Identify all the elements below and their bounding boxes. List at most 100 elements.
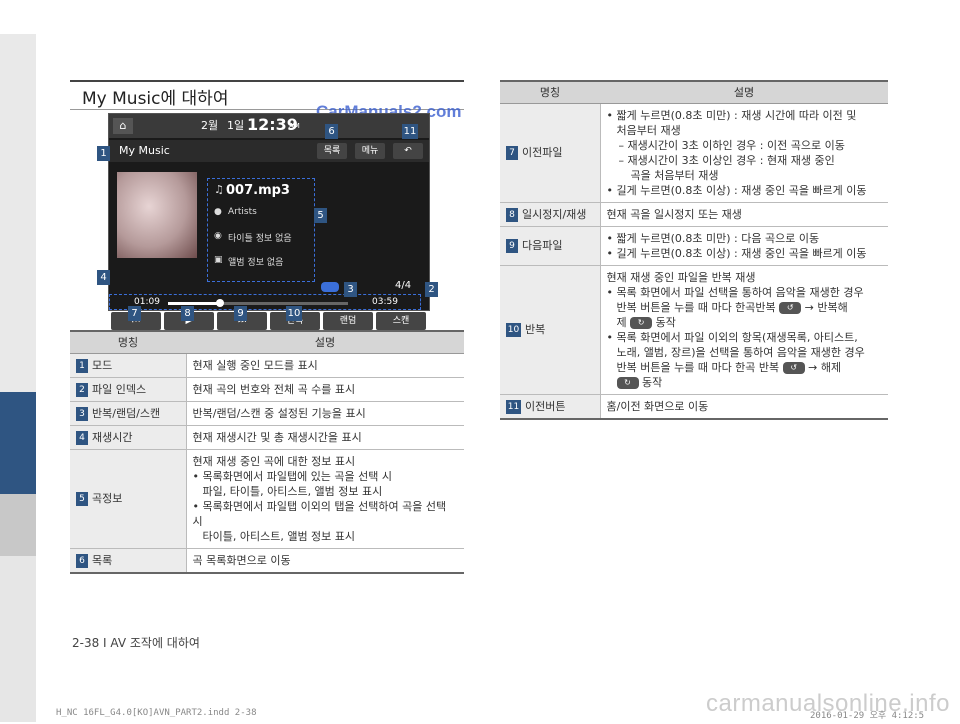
repeat-icon: ↻ — [630, 316, 653, 329]
table-row: 2 파일 인덱스 현재 곡의 번호와 전체 곡 수를 표시 — [70, 377, 464, 402]
table-row: 10 반복 현재 재생 중인 파일을 반복 재생 목록 화면에서 파일 선택을 통… — [500, 265, 888, 395]
file-index: 4/4 — [395, 280, 412, 291]
row-desc: 현재 재생시간 및 총 재생시간을 표시 — [186, 425, 464, 450]
desc-line: 타이틀, 아티스트, 앨범 정보 표시 — [202, 529, 356, 543]
print-date: 2016-01-29 오후 4:12:5 — [810, 711, 925, 721]
badge-6: 6 — [325, 124, 338, 139]
row-number: 7 — [506, 146, 518, 160]
progress-knob[interactable] — [216, 299, 225, 307]
desc-line: 길게 누르면(0.8초 이상) : 재생 중인 곡을 빠르게 이동 — [607, 183, 883, 198]
total-time: 03:59 — [372, 297, 398, 307]
row-name: 곡정보 — [92, 492, 123, 505]
desc-line: 목록 화면에서 파일 선택을 통하여 음악을 재생한 경우 — [607, 285, 883, 300]
row-number: 8 — [506, 207, 518, 222]
desc-line: 파일, 타이틀, 아티스트, 앨범 정보 표시 — [202, 484, 383, 498]
row-number: 11 — [506, 399, 521, 414]
table-row: 7 이전파일 짧게 누르면(0.8초 미만) : 재생 시간에 따라 이전 및 처… — [500, 103, 888, 203]
file-slug: H_NC 16FL_G4.0[KO]AVN_PART2.indd 2-38 — [56, 708, 257, 718]
repeat-one-icon: ↺ — [782, 361, 805, 374]
row-desc: 현재 재생 중인 곡에 대한 정보 표시 목록화면에서 파일탭에 있는 곡을 선… — [186, 449, 464, 549]
desc-line: 짧게 누르면(0.8초 미만) : 다음 곡으로 이동 — [607, 231, 883, 246]
desc-line: 동작 — [655, 315, 676, 329]
desc-line: 목록화면에서 파일탭 이외의 탭을 선택하여 곡을 선택 시 — [193, 499, 459, 529]
row-name: 일시정지/재생 — [522, 207, 587, 221]
album-art — [117, 172, 197, 258]
back-arrow-icon[interactable]: ↶ — [393, 143, 423, 159]
table-row: 4 재생시간 현재 재생시간 및 총 재생시간을 표시 — [70, 425, 464, 450]
progress-bar[interactable] — [168, 299, 348, 307]
row-name: 반복/랜덤/스캔 — [92, 406, 161, 420]
table-row: 3 반복/랜덤/스캔 반복/랜덤/스캔 중 설정된 기능을 표시 — [70, 401, 464, 426]
month: 2월 — [201, 119, 219, 132]
left-spec-table: 명칭 설명 1 모드 현재 실행 중인 모드를 표시 2 파일 인덱스 현재 곡의 … — [70, 330, 464, 574]
desc-line: 재생시간이 3초 이상인 경우 : 현재 재생 중인 — [607, 153, 883, 168]
title-info: 타이틀 정보 없음 — [228, 234, 292, 244]
badge-9: 9 — [234, 306, 247, 321]
desc-line: 동작 — [642, 375, 663, 389]
mode-title: My Music — [119, 144, 170, 157]
desc-line: 현재 재생 중인 파일을 반복 재생 — [606, 270, 756, 284]
row-desc: 현재 곡을 일시정지 또는 재생 — [600, 202, 888, 227]
row-name: 목록 — [92, 553, 113, 567]
menu-button[interactable]: 메뉴 — [355, 143, 385, 159]
badge-4: 4 — [97, 270, 110, 285]
repeat-icon: ↻ — [616, 376, 639, 389]
row-desc: 짧게 누르면(0.8초 미만) : 재생 시간에 따라 이전 및 처음부터 재생… — [600, 103, 888, 203]
desc-line: 반복 버튼을 누를 때 마다 한곡반복 — [616, 300, 776, 314]
home-icon[interactable]: ⌂ — [113, 118, 133, 134]
badge-8: 8 — [181, 306, 194, 321]
table-row: 6 목록 곡 목록화면으로 이동 — [70, 548, 464, 574]
badge-3: 3 — [344, 282, 357, 297]
row-desc: 현재 곡의 번호와 전체 곡 수를 표시 — [186, 377, 464, 402]
desc-line: → 반복해 — [804, 300, 848, 314]
clock-ampm: AM — [289, 122, 300, 130]
row-name: 다음파일 — [522, 239, 563, 252]
row-name: 모드 — [92, 358, 113, 372]
list-button[interactable]: 목록 — [317, 143, 347, 159]
status-bar: ⌂ 2월 1일 12:39 AM — [109, 114, 429, 138]
scan-button[interactable]: 스캔 — [376, 312, 426, 330]
desc-line: 목록화면에서 파일탭에 있는 곡을 선택 시 — [193, 469, 459, 484]
progress-fill — [168, 302, 221, 305]
row-desc: 현재 재생 중인 파일을 반복 재생 목록 화면에서 파일 선택을 통하여 음악… — [600, 265, 888, 395]
side-tab-active — [0, 392, 36, 494]
badge-11: 11 — [402, 124, 418, 139]
col-name-header: 명칭 — [500, 80, 600, 104]
desc-line: 제 — [616, 315, 627, 329]
col-name-header: 명칭 — [70, 330, 186, 354]
page-footer: 2-38 I AV 조작에 대하여 — [72, 636, 200, 650]
badge-1: 1 — [97, 146, 110, 161]
mode-bar: My Music 목록 메뉴 ↶ — [109, 140, 429, 162]
side-tabs — [0, 0, 36, 724]
row-name: 이전파일 — [522, 146, 563, 159]
person-icon: ● — [214, 207, 222, 217]
row-name: 파일 인덱스 — [92, 382, 147, 396]
row-desc: 현재 실행 중인 모드를 표시 — [186, 353, 464, 378]
desc-line: 처음부터 재생 — [616, 123, 681, 137]
col-desc-header: 설명 — [600, 80, 888, 104]
row-number: 3 — [76, 406, 88, 421]
col-desc-header: 설명 — [186, 330, 464, 354]
desc-line: 짧게 누르면(0.8초 미만) : 재생 시간에 따라 이전 및 — [607, 108, 883, 123]
row-number: 4 — [76, 430, 88, 445]
side-tab-1 — [0, 34, 36, 392]
row-desc: 곡 목록화면으로 이동 — [186, 548, 464, 574]
desc-line: 재생시간이 3초 이하인 경우 : 이전 곡으로 이동 — [607, 138, 883, 153]
table-row: 1 모드 현재 실행 중인 모드를 표시 — [70, 353, 464, 378]
badge-5: 5 — [314, 208, 327, 223]
table-row: 11 이전버튼 홈/이전 화면으로 이동 — [500, 394, 888, 420]
artist-name: Artists — [228, 207, 257, 217]
album-info: 앨범 정보 없음 — [228, 258, 284, 268]
random-button[interactable]: 랜덤 — [323, 312, 373, 330]
desc-line: 노래, 앨범, 장르)을 선택을 통하여 음악을 재생한 경우 — [616, 345, 865, 359]
song-info-box: 007.mp3 ♫ ● Artists ◉ 타이틀 정보 없음 ▣ 앨범 정보 … — [207, 178, 315, 282]
row-name: 이전버튼 — [525, 399, 566, 413]
row-number: 6 — [76, 553, 88, 568]
row-number: 9 — [506, 239, 518, 253]
table-row: 5 곡정보 현재 재생 중인 곡에 대한 정보 표시 목록화면에서 파일탭에 있는… — [70, 449, 464, 549]
desc-line: → 해제 — [808, 360, 842, 374]
repeat-one-icon: ↺ — [779, 301, 802, 314]
song-file: 007.mp3 — [226, 183, 290, 198]
desc-line: 반복 버튼을 누를 때 마다 한곡 반복 — [616, 360, 780, 374]
row-desc: 반복/랜덤/스캔 중 설정된 기능을 표시 — [186, 401, 464, 426]
